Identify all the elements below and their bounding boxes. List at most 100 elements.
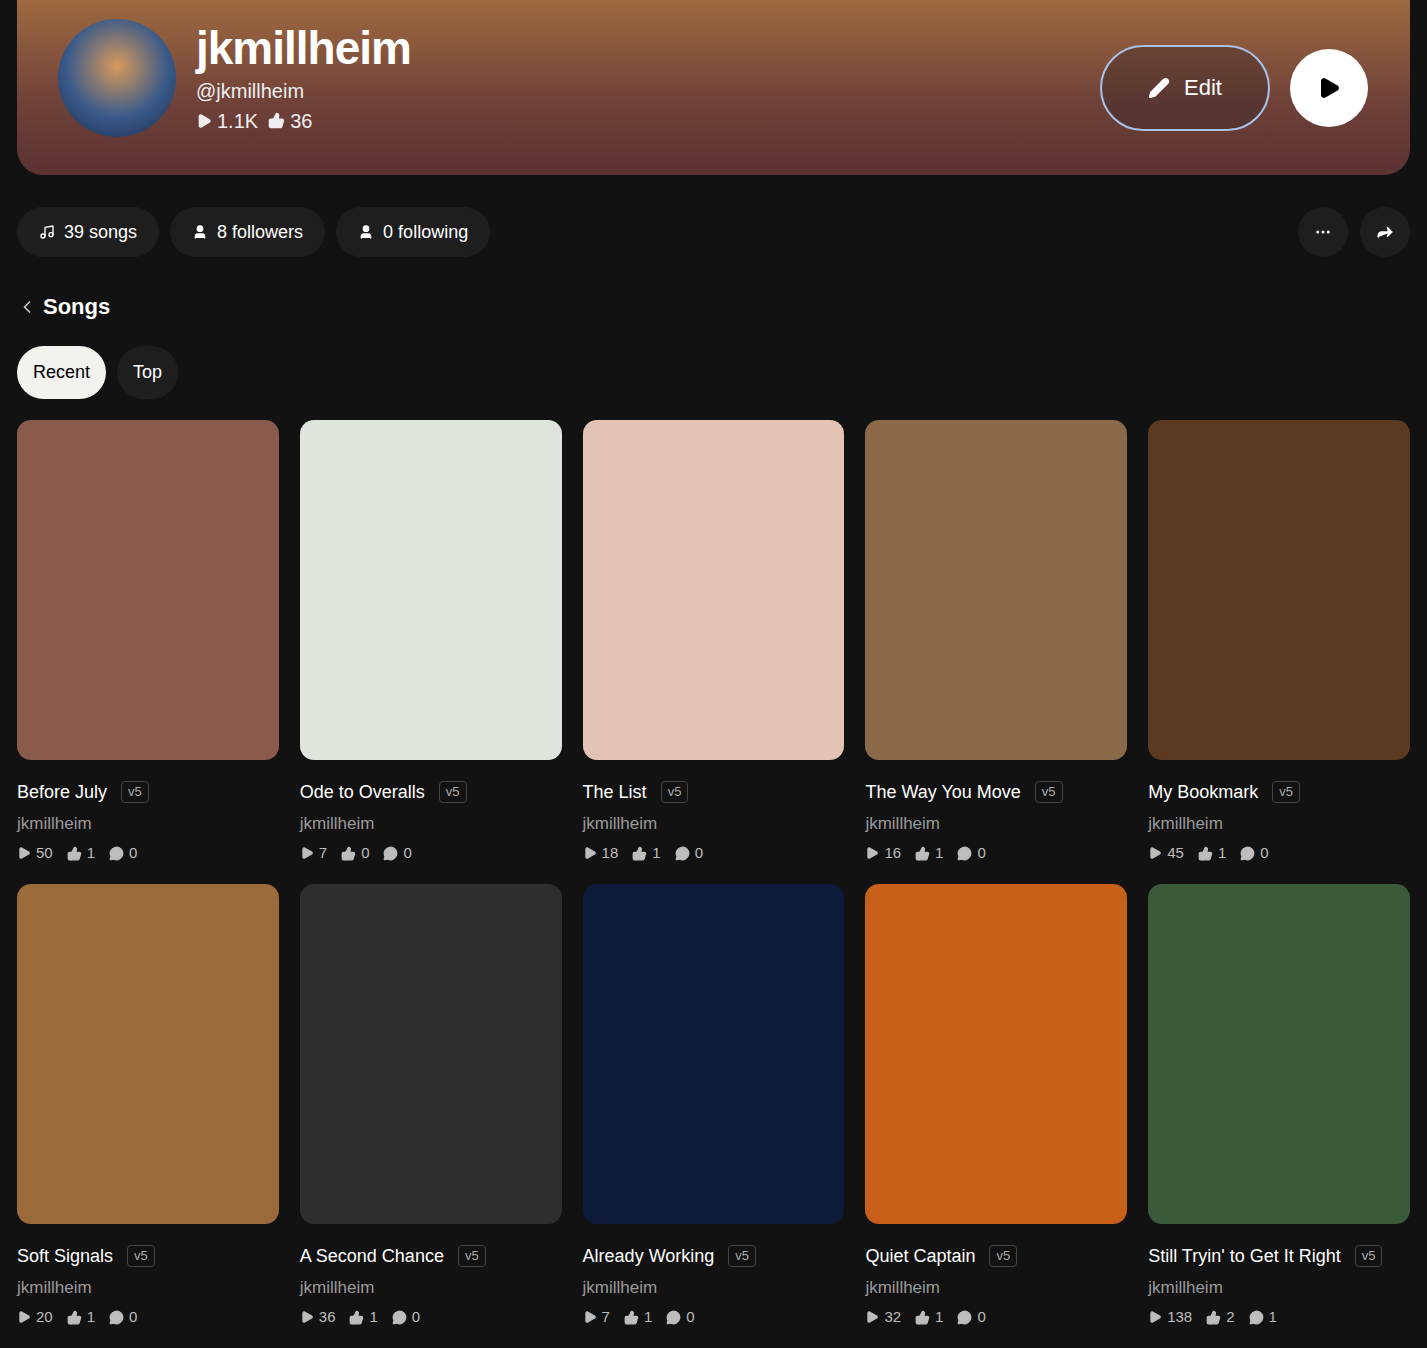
song-cover[interactable]	[583, 884, 845, 1224]
song-title[interactable]: Soft Signals	[17, 1244, 113, 1268]
person-icon	[192, 224, 208, 240]
song-cover[interactable]	[865, 884, 1127, 1224]
play-icon	[1317, 76, 1341, 100]
song-title[interactable]: Before July	[17, 780, 107, 804]
song-title[interactable]: The List	[583, 780, 647, 804]
count-pill[interactable]: 8 followers	[170, 207, 325, 257]
song-cover[interactable]	[300, 420, 562, 760]
song-cover[interactable]	[1148, 420, 1410, 760]
profile-header: jkmillheim@jkmillheim1.1K36Edit	[17, 0, 1410, 175]
song-title[interactable]: Ode to Overalls	[300, 780, 425, 804]
like-count: 1	[632, 843, 660, 863]
song-author[interactable]: jkmillheim	[583, 813, 845, 835]
song-title[interactable]: Quiet Captain	[865, 1244, 975, 1268]
comment-count-value: 0	[695, 843, 703, 863]
play-all-button[interactable]	[1290, 49, 1368, 127]
comment-icon	[1249, 1310, 1264, 1325]
edit-button[interactable]: Edit	[1100, 45, 1270, 131]
tab[interactable]: Recent	[17, 346, 106, 399]
play-count-value: 18	[602, 843, 619, 863]
version-badge: v5	[121, 781, 149, 803]
section-title: Songs	[43, 293, 110, 321]
song-title[interactable]: A Second Chance	[300, 1244, 444, 1268]
thumbs-up-icon	[632, 846, 647, 861]
song-author[interactable]: jkmillheim	[17, 813, 279, 835]
page: jkmillheim@jkmillheim1.1K36Edit39 songs8…	[0, 0, 1427, 1348]
play-icon	[300, 846, 314, 860]
song-author[interactable]: jkmillheim	[865, 1277, 1127, 1299]
like-count: 1	[915, 1307, 943, 1327]
song-card[interactable]: The Listv5jkmillheim1810	[583, 420, 845, 863]
song-author[interactable]: jkmillheim	[17, 1277, 279, 1299]
thumbs-up-icon	[67, 1310, 82, 1325]
song-card[interactable]: Before Julyv5jkmillheim5010	[17, 420, 279, 863]
song-author[interactable]: jkmillheim	[300, 1277, 562, 1299]
song-cover[interactable]	[1148, 884, 1410, 1224]
version-badge: v5	[439, 781, 467, 803]
song-card[interactable]: Still Tryin' to Get It Rightv5jkmillheim…	[1148, 884, 1410, 1327]
song-cover[interactable]	[17, 884, 279, 1224]
comment-count: 1	[1249, 1307, 1277, 1327]
comment-count: 0	[957, 843, 985, 863]
profile-handle: @jkmillheim	[196, 78, 411, 104]
back-icon[interactable]	[17, 297, 37, 317]
song-author[interactable]: jkmillheim	[583, 1277, 845, 1299]
song-grid: Before Julyv5jkmillheim5010Ode to Overal…	[17, 420, 1410, 1327]
song-card[interactable]: Soft Signalsv5jkmillheim2010	[17, 884, 279, 1327]
song-author[interactable]: jkmillheim	[865, 813, 1127, 835]
play-count-value: 16	[884, 843, 901, 863]
play-count: 16	[865, 843, 901, 863]
profile-likes: 36	[268, 108, 312, 134]
song-card[interactable]: Already Workingv5jkmillheim710	[583, 884, 845, 1327]
like-count: 1	[349, 1307, 377, 1327]
count-pill[interactable]: 0 following	[336, 207, 490, 257]
play-icon	[300, 1310, 314, 1324]
play-count: 18	[583, 843, 619, 863]
ellipsis-icon	[1314, 223, 1332, 241]
play-count: 138	[1148, 1307, 1192, 1327]
song-title[interactable]: Already Working	[583, 1244, 715, 1268]
song-cover[interactable]	[300, 884, 562, 1224]
song-card[interactable]: Quiet Captainv5jkmillheim3210	[865, 884, 1127, 1327]
tab[interactable]: Top	[117, 346, 178, 399]
like-count: 0	[341, 843, 369, 863]
song-title[interactable]: Still Tryin' to Get It Right	[1148, 1244, 1341, 1268]
song-card[interactable]: My Bookmarkv5jkmillheim4510	[1148, 420, 1410, 863]
like-count: 1	[67, 843, 95, 863]
thumbs-up-icon	[1198, 846, 1213, 861]
play-count-value: 20	[36, 1307, 53, 1327]
song-card[interactable]: Ode to Overallsv5jkmillheim700	[300, 420, 562, 863]
song-author[interactable]: jkmillheim	[300, 813, 562, 835]
like-count-value: 1	[935, 843, 943, 863]
profile-name: jkmillheim	[196, 22, 411, 74]
song-author[interactable]: jkmillheim	[1148, 1277, 1410, 1299]
comment-icon	[109, 1310, 124, 1325]
count-pill[interactable]: 39 songs	[17, 207, 159, 257]
comment-count: 0	[109, 1307, 137, 1327]
thumbs-up-icon	[341, 846, 356, 861]
song-card[interactable]: The Way You Movev5jkmillheim1610	[865, 420, 1127, 863]
song-card[interactable]: A Second Chancev5jkmillheim3610	[300, 884, 562, 1327]
song-title[interactable]: The Way You Move	[865, 780, 1020, 804]
play-count-value: 32	[884, 1307, 901, 1327]
song-author[interactable]: jkmillheim	[1148, 813, 1410, 835]
like-count: 2	[1206, 1307, 1234, 1327]
like-count-value: 1	[1218, 843, 1226, 863]
more-button[interactable]	[1298, 207, 1348, 257]
comment-icon	[666, 1310, 681, 1325]
play-icon	[865, 846, 879, 860]
song-cover[interactable]	[17, 420, 279, 760]
song-cover[interactable]	[865, 420, 1127, 760]
thumbs-up-icon	[349, 1310, 364, 1325]
thumbs-up-icon	[67, 846, 82, 861]
comment-icon	[675, 846, 690, 861]
like-count-value: 1	[87, 843, 95, 863]
like-count-value: 1	[87, 1307, 95, 1327]
comment-count: 0	[675, 843, 703, 863]
thumbs-up-icon	[915, 846, 930, 861]
song-cover[interactable]	[583, 420, 845, 760]
song-title[interactable]: My Bookmark	[1148, 780, 1258, 804]
avatar[interactable]	[58, 19, 176, 137]
like-count: 1	[67, 1307, 95, 1327]
share-button[interactable]	[1360, 207, 1410, 257]
